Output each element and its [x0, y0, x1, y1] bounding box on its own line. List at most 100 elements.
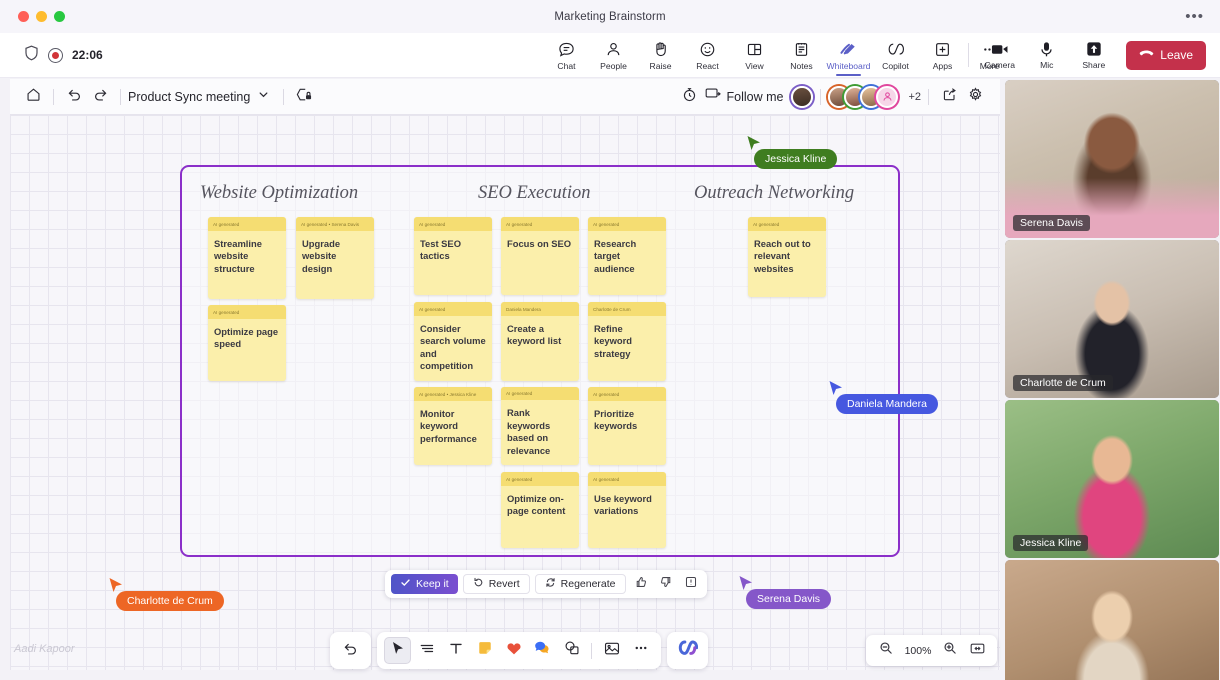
- canvas-undo-button[interactable]: [337, 637, 364, 664]
- image-icon: [604, 641, 620, 661]
- fit-screen-button[interactable]: [965, 639, 989, 663]
- tool-apps[interactable]: Apps: [919, 33, 966, 78]
- share-up-icon: [1086, 40, 1102, 58]
- shapes-tool-button[interactable]: [558, 637, 585, 664]
- hangup-icon: [1139, 48, 1154, 62]
- cursor-label: Daniela Mandera: [836, 394, 938, 414]
- participant-name-label: Jessica Kline: [1013, 535, 1089, 551]
- check-icon: [400, 577, 411, 591]
- tool-whiteboard[interactable]: Whiteboard: [825, 33, 872, 78]
- tool-camera[interactable]: Camera: [976, 33, 1023, 78]
- presence-avatar-stack[interactable]: [791, 85, 814, 108]
- sticky-note[interactable]: AI generated Focus on SEO: [501, 217, 579, 295]
- follow-me-label[interactable]: Follow me: [726, 90, 783, 104]
- whiteboard-icon: [839, 41, 858, 59]
- keep-it-button[interactable]: Keep it: [391, 574, 458, 594]
- participant-avatar-stack[interactable]: [828, 85, 899, 108]
- zoom-out-button[interactable]: [874, 639, 898, 663]
- follow-me-icon-btn[interactable]: [702, 84, 724, 110]
- video-tile[interactable]: Daniela Mandera: [1005, 560, 1219, 680]
- sticky-note[interactable]: Daniela Mandera Create a keyword list: [501, 302, 579, 381]
- tool-react[interactable]: React: [684, 33, 731, 78]
- react-smiley-icon: [699, 41, 716, 59]
- feedback-button[interactable]: [681, 574, 701, 594]
- image-tool-button[interactable]: [598, 637, 625, 664]
- avatar[interactable]: [791, 85, 814, 108]
- sticky-note-text: Rank keywords based on relevance: [507, 407, 551, 456]
- window-more-menu[interactable]: •••: [1185, 9, 1204, 24]
- undo-button[interactable]: [61, 84, 87, 110]
- feedback-icon: [685, 575, 697, 593]
- sticky-note-author: AI generated • Jessica Kline: [414, 387, 492, 401]
- cursor-select-icon: [391, 641, 405, 661]
- people-icon: [605, 41, 622, 59]
- zoom-level[interactable]: 100%: [901, 645, 935, 657]
- sticky-note[interactable]: AI generated Streamline website structur…: [208, 217, 286, 299]
- sticky-note[interactable]: Charlotte de Crum Refine keyword strateg…: [588, 302, 666, 381]
- redo-icon: [93, 87, 108, 107]
- sticky-note[interactable]: AI generated Reach out to relevant websi…: [748, 217, 826, 297]
- video-tile[interactable]: Serena Davis: [1005, 80, 1219, 238]
- sticky-note-tool-button[interactable]: [471, 637, 498, 664]
- home-button[interactable]: [20, 84, 46, 110]
- text-tool-button[interactable]: [442, 637, 469, 664]
- sticky-note[interactable]: AI generated Use keyword variations: [588, 472, 666, 548]
- record-icon[interactable]: [48, 47, 63, 63]
- video-feed-subject: [1005, 560, 1219, 680]
- tool-raise[interactable]: Raise: [637, 33, 684, 78]
- tool-notes[interactable]: Notes: [778, 33, 825, 78]
- more-tools-button[interactable]: [627, 637, 654, 664]
- sticky-note[interactable]: AI generated Prioritize keywords: [588, 387, 666, 465]
- tool-label: Copilot: [882, 60, 909, 71]
- sticky-note[interactable]: AI generated Rank keywords based on rele…: [501, 387, 579, 465]
- whiteboard-bottom-toolbar: [330, 632, 708, 669]
- lock-tag-button[interactable]: [291, 84, 317, 110]
- tool-people[interactable]: People: [590, 33, 637, 78]
- video-tile[interactable]: Charlotte de Crum: [1005, 240, 1219, 398]
- tool-chat[interactable]: Chat: [543, 33, 590, 78]
- avatar-placeholder[interactable]: [876, 85, 899, 108]
- sticky-note[interactable]: AI generated Optimize page speed: [208, 305, 286, 381]
- sticky-note-author: AI generated: [414, 302, 492, 316]
- sticky-note[interactable]: AI generated • Jessica Kline Monitor key…: [414, 387, 492, 465]
- column-title-website-optimization: Website Optimization: [200, 183, 359, 203]
- select-tool-button[interactable]: [384, 637, 411, 664]
- header-divider: [820, 88, 822, 105]
- board-name[interactable]: Product Sync meeting: [128, 90, 250, 104]
- tool-copilot[interactable]: Copilot: [872, 33, 919, 78]
- tool-mic[interactable]: Mic: [1023, 33, 1070, 78]
- comment-icon: [534, 640, 551, 661]
- regenerate-button[interactable]: Regenerate: [534, 574, 626, 594]
- sticky-note[interactable]: AI generated Optimize on-page content: [501, 472, 579, 548]
- sticky-note[interactable]: AI generated Test SEO tactics: [414, 217, 492, 295]
- header-divider: [283, 88, 285, 105]
- sticky-note[interactable]: AI generated Consider search volume and …: [414, 302, 492, 381]
- revert-label: Revert: [488, 578, 520, 590]
- tool-label: Share: [1082, 60, 1106, 70]
- reaction-tool-button[interactable]: [500, 637, 527, 664]
- zoom-in-icon: [943, 641, 957, 660]
- sticky-note[interactable]: AI generated • Serena Davis Upgrade webs…: [296, 217, 374, 299]
- fit-screen-icon: [970, 642, 985, 660]
- ink-tool-button[interactable]: [413, 637, 440, 664]
- revert-button[interactable]: Revert: [462, 574, 530, 594]
- avatar-overflow-count[interactable]: +2: [908, 91, 921, 103]
- tool-view[interactable]: View: [731, 33, 778, 78]
- redo-button[interactable]: [87, 84, 113, 110]
- sticky-note-text: Consider search volume and competition: [420, 323, 486, 372]
- board-settings-button[interactable]: [962, 84, 988, 110]
- comment-tool-button[interactable]: [529, 637, 556, 664]
- board-name-dropdown[interactable]: [250, 84, 276, 110]
- sticky-note[interactable]: AI generated Research target audience: [588, 217, 666, 295]
- tool-share[interactable]: Share: [1070, 33, 1117, 78]
- video-tile[interactable]: Jessica Kline: [1005, 400, 1219, 558]
- thumbs-down-button[interactable]: [656, 574, 676, 594]
- window-title: Marketing Brainstorm: [554, 10, 666, 23]
- copilot-button[interactable]: [674, 637, 701, 664]
- share-board-button[interactable]: [936, 84, 962, 110]
- leave-button[interactable]: Leave: [1126, 40, 1206, 70]
- zoom-in-button[interactable]: [938, 639, 962, 663]
- timer-button[interactable]: [676, 84, 702, 110]
- thumbs-up-button[interactable]: [631, 574, 651, 594]
- sticky-note-text: Streamline website structure: [214, 238, 262, 274]
